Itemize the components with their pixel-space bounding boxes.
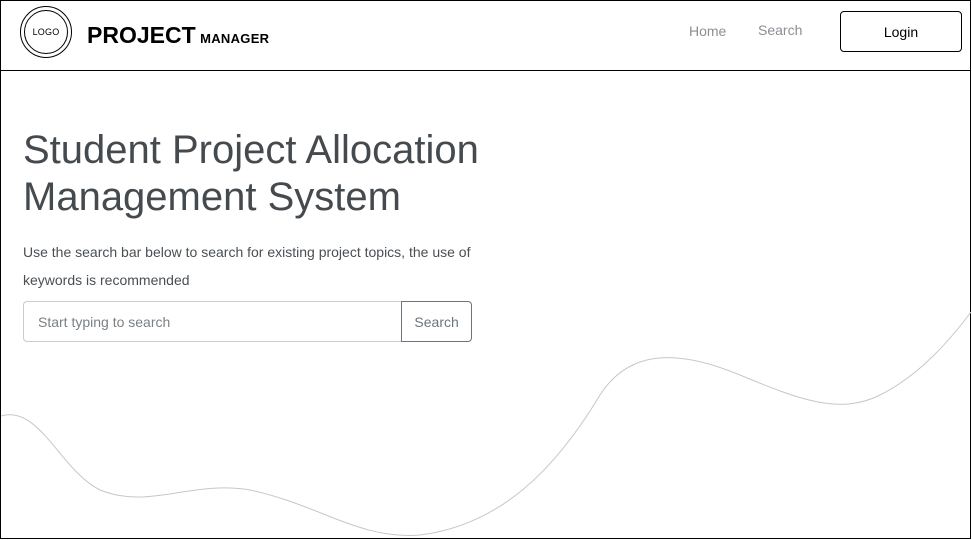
logo[interactable]: LOGO [20, 6, 72, 58]
brand-main-text: PROJECT [87, 22, 196, 48]
brand-name[interactable]: PROJECT MANAGER [87, 22, 269, 49]
page-title-line-1: Student Project Allocation [23, 128, 479, 172]
search-bar: Search [23, 301, 472, 342]
logo-text: LOGO [24, 10, 68, 54]
brand-sub-text: MANAGER [200, 31, 270, 46]
login-button[interactable]: Login [840, 11, 962, 52]
search-description: Use the search bar below to search for e… [23, 244, 471, 288]
search-button[interactable]: Search [401, 301, 472, 342]
search-input[interactable] [23, 301, 402, 342]
page-frame: LOGO PROJECT MANAGER Home Search Login S… [0, 0, 971, 539]
page-title: Student Project Allocation Management Sy… [23, 127, 543, 221]
navbar: LOGO PROJECT MANAGER Home Search Login [1, 1, 970, 71]
page-title-line-2: Management System [23, 175, 401, 219]
nav-link-home[interactable]: Home [689, 23, 726, 39]
nav-link-search[interactable]: Search [758, 22, 802, 38]
